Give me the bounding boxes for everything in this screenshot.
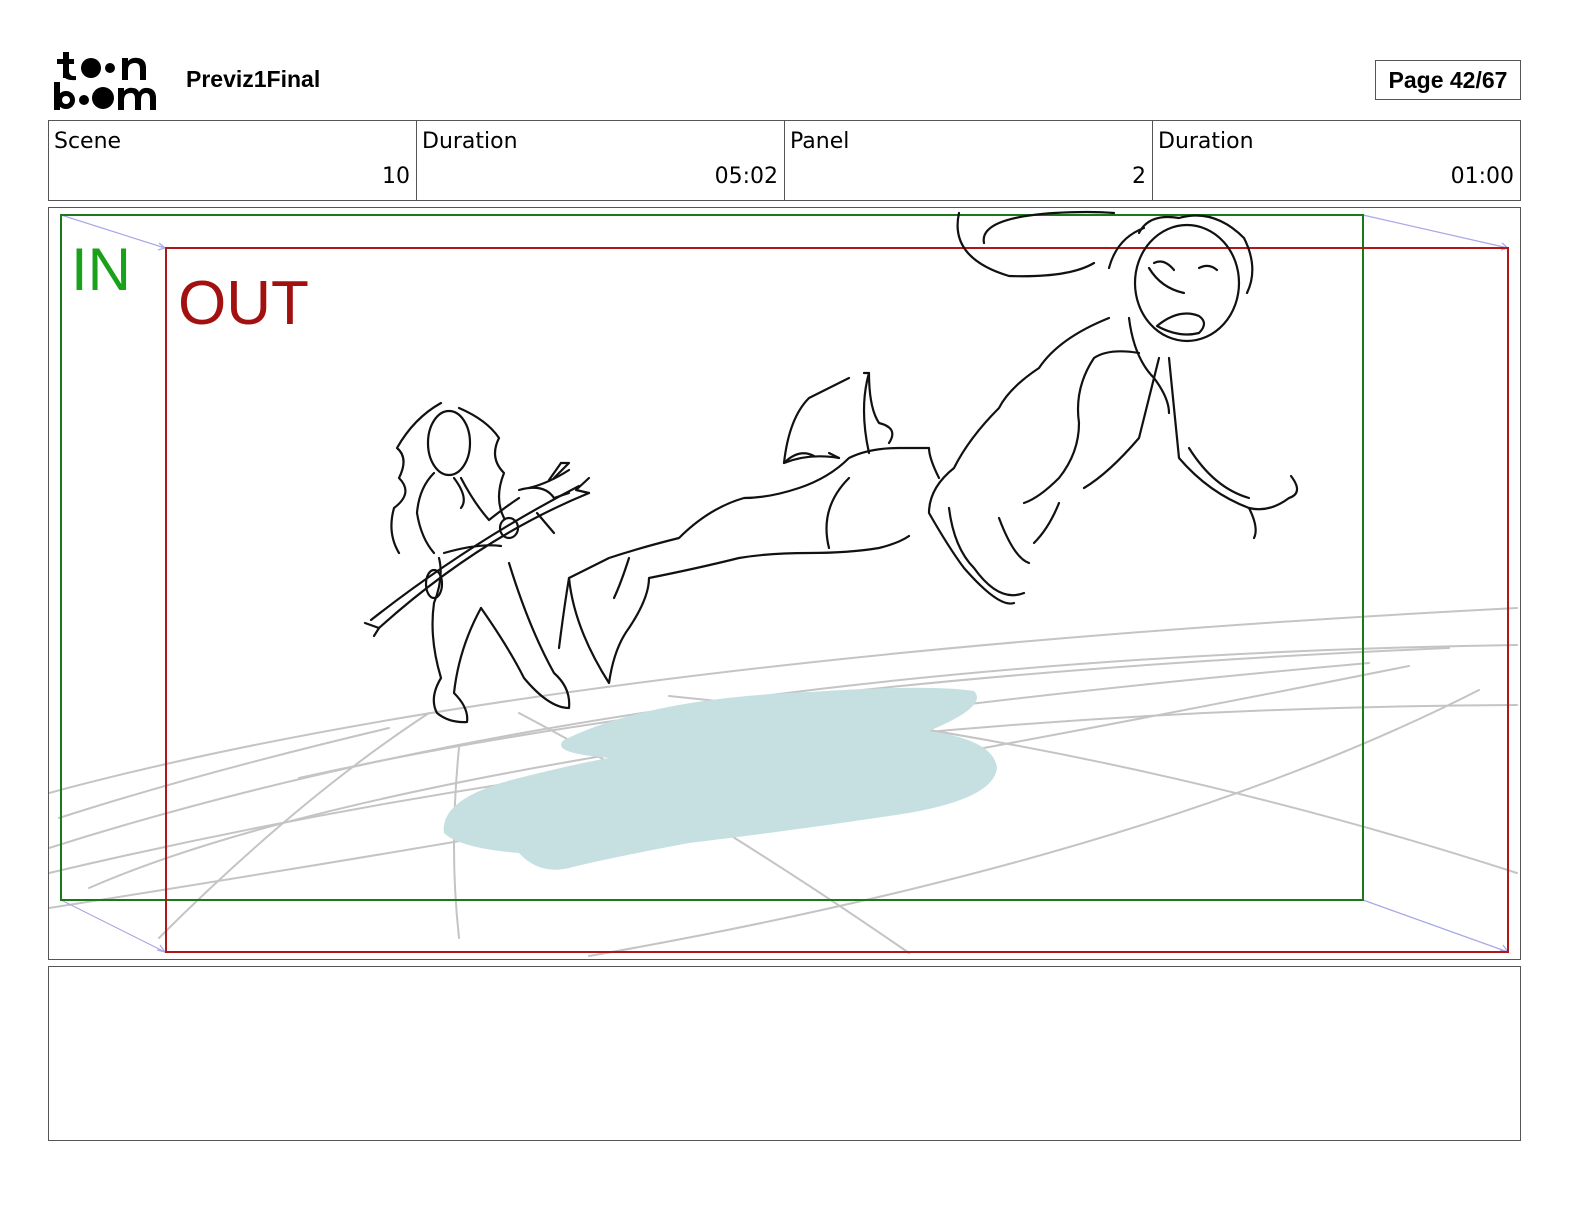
panel-label: Panel	[790, 129, 850, 154]
scene-cell: Scene 10	[49, 121, 417, 200]
out-label: OUT	[178, 269, 309, 338]
scene-value: 10	[382, 164, 410, 189]
scene-duration-value: 05:02	[714, 164, 778, 189]
panel-duration-label: Duration	[1158, 129, 1254, 154]
trident-figure-sketch	[363, 401, 591, 724]
scene-duration-label: Duration	[422, 129, 518, 154]
diving-figure-sketch	[557, 210, 1299, 685]
panel-duration-value: 01:00	[1450, 164, 1514, 189]
panel-notes-box	[48, 966, 1521, 1141]
storyboard-panel: IN OUT	[48, 207, 1521, 960]
panel-info-table: Scene 10 Duration 05:02 Panel 2 Duration…	[48, 120, 1521, 201]
panel-cell: Panel 2	[785, 121, 1153, 200]
panel-value: 2	[1132, 164, 1146, 189]
in-label: IN	[71, 236, 131, 303]
scene-duration-cell: Duration 05:02	[417, 121, 785, 200]
toon-boom-logo	[52, 50, 164, 112]
floor-shadow	[443, 687, 997, 870]
scene-label: Scene	[54, 129, 122, 154]
page-counter: Page 42/67	[1375, 60, 1521, 100]
panel-drawing: IN OUT	[49, 210, 1518, 957]
project-title: Previz1Final	[186, 66, 321, 92]
panel-duration-cell: Duration 01:00	[1153, 121, 1520, 200]
out-frame	[165, 247, 1509, 953]
toon-boom-logo-icon	[54, 52, 156, 110]
